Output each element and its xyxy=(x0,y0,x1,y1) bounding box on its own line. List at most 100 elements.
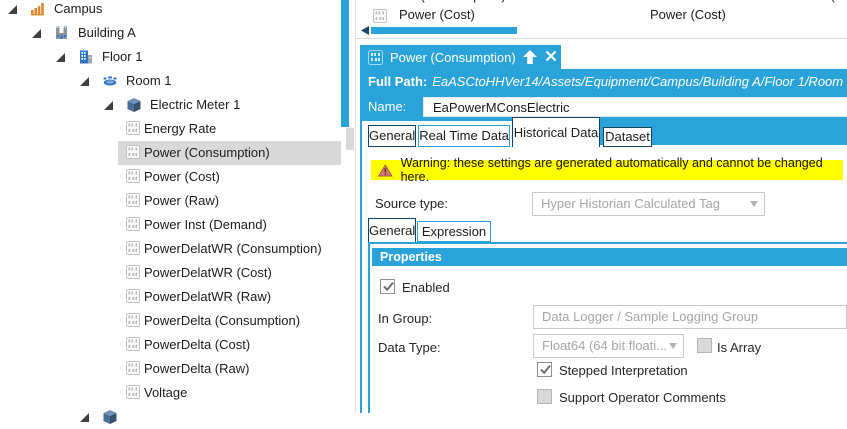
tab-general[interactable]: General xyxy=(368,125,416,147)
background-list-item[interactable]: Power (Consumption) xyxy=(790,0,847,3)
tree-item-powerdelta-consumption[interactable]: PowerDelta (Consumption) xyxy=(0,309,341,333)
tag-icon xyxy=(126,361,142,377)
tree-item-label: Voltage xyxy=(144,381,187,405)
full-path-bar: Full Path: EaASCtoHHVer14/Assets/Equipmen… xyxy=(360,69,847,94)
stepped-interpretation-label: Stepped Interpretation xyxy=(559,363,688,378)
stepped-interpretation-checkbox[interactable] xyxy=(537,362,552,377)
workbench-screenshot: { "colors":{"accent":"#2aa3db","tree_sel… xyxy=(0,0,847,413)
tree-item-label: Floor 1 xyxy=(102,45,142,69)
tree-item-powerdelatwr-consumption[interactable]: PowerDelatWR (Consumption) xyxy=(0,237,341,261)
source-type-label: Source type: xyxy=(375,196,448,211)
promote-up-icon[interactable] xyxy=(522,49,538,65)
tag-icon xyxy=(126,241,142,257)
tag-icon xyxy=(126,145,142,161)
tree-item-label: PowerDelta (Cost) xyxy=(144,333,250,357)
tab-dataset[interactable]: Dataset xyxy=(603,127,652,147)
background-tag-list: Power (Consumption) Power (Consumption) Po… xyxy=(356,0,847,40)
tree-item[interactable] xyxy=(0,405,341,429)
check-icon xyxy=(538,362,553,377)
expander-collapse-icon[interactable] xyxy=(32,29,41,38)
chevron-down-icon xyxy=(750,201,758,207)
tree-item-electric-meter-1[interactable]: Electric Meter 1 xyxy=(0,93,341,117)
meter-icon xyxy=(102,409,118,425)
tree-item-power-inst-demand[interactable]: Power Inst (Demand) xyxy=(0,213,341,237)
tree-item-room-1[interactable]: Room 1 xyxy=(0,69,341,93)
tag-icon xyxy=(126,169,142,185)
site-icon xyxy=(30,1,46,17)
tree-item-label: PowerDelatWR (Consumption) xyxy=(144,237,322,261)
enabled-label: Enabled xyxy=(402,280,450,295)
document-tab-title: Power (Consumption) xyxy=(390,50,516,65)
content-frame-top-border xyxy=(368,242,847,244)
name-input[interactable] xyxy=(423,97,847,117)
tree-item-voltage[interactable]: Voltage xyxy=(0,381,341,405)
tree-vertical-scrollbar-thumb[interactable] xyxy=(341,0,349,127)
name-bar: Name: xyxy=(360,94,847,121)
full-path-label: Full Path: xyxy=(368,74,427,89)
tree-item-powerdelatwr-cost[interactable]: PowerDelatWR (Cost) xyxy=(0,261,341,285)
tree-item-powerdelta-raw[interactable]: PowerDelta (Raw) xyxy=(0,357,341,381)
background-list-item[interactable]: Power (Cost) xyxy=(650,7,726,22)
tree-item-floor-1[interactable]: Floor 1 xyxy=(0,45,341,69)
document-tab-power-consumption[interactable]: Power (Consumption) xyxy=(360,45,561,69)
tree-item-label: Electric Meter 1 xyxy=(150,93,240,117)
data-type-select[interactable]: Float64 (64 bit floati... xyxy=(533,334,684,358)
background-list-item[interactable]: Power (Consumption) xyxy=(380,0,506,3)
inner-tab-expression[interactable]: Expression xyxy=(417,221,491,242)
tree-item-label: Power (Consumption) xyxy=(144,141,270,165)
tree-item-campus[interactable]: Campus xyxy=(0,0,341,21)
background-list-border xyxy=(356,38,847,39)
data-type-value: Float64 (64 bit floati... xyxy=(542,338,667,353)
background-horizontal-scrollbar-thumb[interactable] xyxy=(371,27,517,34)
is-array-label: Is Array xyxy=(717,340,761,355)
inner-tab-general[interactable]: General xyxy=(368,218,416,242)
support-operator-comments-checkbox[interactable] xyxy=(537,389,552,404)
enabled-checkbox[interactable] xyxy=(380,279,395,294)
expander-collapse-icon[interactable] xyxy=(104,101,113,110)
tag-icon xyxy=(126,121,142,137)
warning-icon xyxy=(378,164,393,177)
name-label: Name: xyxy=(368,94,406,120)
close-icon[interactable] xyxy=(544,49,560,65)
in-group-label: In Group: xyxy=(378,311,432,326)
expander-collapse-icon[interactable] xyxy=(56,53,65,62)
tree-item-power-cost[interactable]: Power (Cost) xyxy=(0,165,341,189)
tree-item-power-consumption[interactable]: Power (Consumption) xyxy=(0,141,341,165)
tree-item-label: Campus xyxy=(54,0,102,21)
expander-collapse-icon[interactable] xyxy=(8,5,17,14)
tag-icon xyxy=(126,289,142,305)
content-frame-left-border xyxy=(368,242,370,413)
tab-historical-data[interactable]: Historical Data xyxy=(512,117,600,147)
room-icon xyxy=(102,73,118,89)
is-array-checkbox[interactable] xyxy=(697,338,712,353)
properties-header: Properties xyxy=(372,248,847,266)
tree-item-powerdelatwr-raw[interactable]: PowerDelatWR (Raw) xyxy=(0,285,341,309)
check-icon xyxy=(381,279,396,294)
tree-item-building-a[interactable]: Building A xyxy=(0,21,341,45)
expander-collapse-icon[interactable] xyxy=(80,413,89,422)
tree-item-powerdelta-cost[interactable]: PowerDelta (Cost) xyxy=(0,333,341,357)
tag-icon xyxy=(126,313,142,329)
tree-item-label: PowerDelta (Raw) xyxy=(144,357,249,381)
tag-icon xyxy=(373,9,387,23)
tab-real-time-data[interactable]: Real Time Data xyxy=(418,125,510,147)
in-group-input[interactable]: Data Logger / Sample Logging Group xyxy=(533,305,847,329)
tree-item-label: Power Inst (Demand) xyxy=(144,213,267,237)
tree-item-label: Building A xyxy=(78,21,136,45)
meter-icon xyxy=(126,97,142,113)
tree-item-power-raw[interactable]: Power (Raw) xyxy=(0,189,341,213)
full-path-value: EaASCtoHHVer14/Assets/Equipment/Campus/B… xyxy=(432,74,847,89)
background-list-item[interactable]: Power (Cost) xyxy=(399,7,475,22)
tree-item-energy-rate[interactable]: Energy Rate xyxy=(0,117,341,141)
floor-icon xyxy=(78,49,94,65)
tree-item-label: PowerDelta (Consumption) xyxy=(144,309,300,333)
pane-divider xyxy=(355,0,356,413)
tag-icon xyxy=(126,265,142,281)
tag-icon xyxy=(368,50,383,65)
tag-icon xyxy=(126,385,142,401)
expander-collapse-icon[interactable] xyxy=(80,77,89,86)
source-type-select[interactable]: Hyper Historian Calculated Tag xyxy=(532,192,765,216)
tag-icon xyxy=(126,217,142,233)
tree-scrollbar-track-segment xyxy=(346,128,354,150)
tree-item-label: Power (Cost) xyxy=(144,165,220,189)
